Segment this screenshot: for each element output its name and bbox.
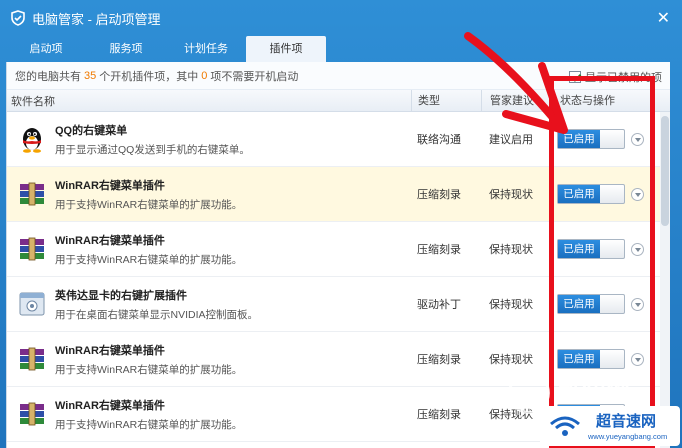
header-status[interactable]: 状态与操作	[553, 89, 670, 112]
plugin-name: WinRAR右键菜单插件	[55, 179, 165, 192]
toggle-label: 已启用	[558, 185, 600, 203]
tab-startup[interactable]: 启动项	[6, 36, 86, 62]
chevron-down-icon[interactable]	[631, 242, 644, 256]
header-advice[interactable]: 管家建议	[481, 89, 553, 112]
info-suffix: 项不需要开机启动	[210, 70, 299, 83]
tab-plugins[interactable]: 插件项	[246, 36, 326, 62]
plugin-count: 35	[84, 69, 97, 82]
enable-toggle[interactable]: 已启用	[557, 129, 625, 149]
plugin-desc: 用于支持WinRAR右键菜单的扩展功能。	[55, 363, 243, 376]
header-type[interactable]: 类型	[411, 89, 481, 112]
shield-icon	[11, 10, 25, 26]
plugin-advice: 保持现状	[489, 354, 533, 366]
plugin-advice: 建议启用	[489, 134, 533, 146]
plugin-advice: 保持现状	[489, 244, 533, 256]
info-bar: 您的电脑共有 35 个开机插件项，其中 0 项不需要开机启动 显示已禁用的项	[7, 62, 670, 90]
scrollbar-thumb[interactable]	[661, 116, 669, 226]
chevron-down-icon[interactable]	[631, 407, 644, 421]
tab-scheduled-tasks[interactable]: 计划任务	[166, 36, 246, 62]
title-bar: 电脑管家 - 启动项管理 ✕	[0, 0, 682, 36]
tab-bar: 启动项 服务项 计划任务 插件项	[6, 36, 326, 62]
tab-services[interactable]: 服务项	[86, 36, 166, 62]
plugin-advice: 保持现状	[489, 299, 533, 311]
toggle-label: 已启用	[558, 350, 600, 368]
plugin-name: 英伟达显卡的右键扩展插件	[55, 289, 187, 302]
app-window: 电脑管家 - 启动项管理 ✕ 启动项 服务项 计划任务 插件项 您的电脑共有 3…	[0, 0, 682, 448]
window-title: 电脑管家 - 启动项管理	[32, 11, 161, 27]
chevron-down-icon[interactable]	[631, 297, 644, 311]
plugin-type: 压缩刻录	[417, 409, 461, 421]
plugin-advice: 保持现状	[489, 189, 533, 201]
plugin-type: 压缩刻录	[417, 354, 461, 366]
plugin-type: 联络沟通	[417, 134, 461, 146]
table-row[interactable]: QQ的右键菜单 用于显示通过QQ发送到手机的右键菜单。 联络沟通 建议启用 已启…	[7, 112, 670, 167]
enable-toggle[interactable]: 已启用	[557, 294, 625, 314]
enable-toggle[interactable]: 已启用	[557, 184, 625, 204]
enable-toggle[interactable]: 已启用	[557, 404, 625, 424]
plugin-advice: 保持现状	[489, 409, 533, 421]
plugin-name: WinRAR右键菜单插件	[55, 234, 165, 247]
header-name[interactable]: 软件名称	[7, 93, 411, 109]
toggle-label: 已启用	[558, 130, 600, 148]
nvidia-panel-icon	[19, 292, 45, 316]
plugin-desc: 用于支持WinRAR右键菜单的扩展功能。	[55, 418, 243, 431]
show-disabled-label: 显示已禁用的项	[585, 72, 662, 84]
chevron-down-icon[interactable]	[631, 187, 644, 201]
enable-toggle[interactable]: 已启用	[557, 349, 625, 369]
table-row[interactable]: 英伟达显卡的右键扩展插件 用于在桌面右键菜单显示NVIDIA控制面板。 驱动补丁…	[7, 277, 670, 332]
table-header: 软件名称 类型 管家建议 状态与操作	[7, 89, 670, 112]
table-row[interactable]: WinRAR右键菜单插件 用于支持WinRAR右键菜单的扩展功能。 压缩刻录 保…	[7, 167, 670, 222]
plugin-desc: 用于显示通过QQ发送到手机的右键菜单。	[55, 143, 250, 156]
info-prefix: 您的电脑共有	[15, 70, 81, 83]
plugin-name: WinRAR右键菜单插件	[55, 344, 165, 357]
close-icon[interactable]: ✕	[657, 8, 670, 28]
plugin-desc: 用于支持WinRAR右键菜单的扩展功能。	[55, 198, 243, 211]
toggle-label: 已启用	[558, 240, 600, 258]
winrar-icon	[20, 182, 44, 206]
plugin-desc: 用于在桌面右键菜单显示NVIDIA控制面板。	[55, 308, 259, 321]
winrar-icon	[20, 402, 44, 426]
chevron-down-icon[interactable]	[631, 132, 644, 146]
show-disabled-checkbox[interactable]	[569, 71, 581, 83]
plugin-type: 压缩刻录	[417, 189, 461, 201]
plugin-type: 压缩刻录	[417, 244, 461, 256]
winrar-icon	[20, 237, 44, 261]
plugin-name: WinRAR右键菜单插件	[55, 399, 165, 412]
table-row[interactable]: WinRAR右键菜单插件 用于支持WinRAR右键菜单的扩展功能。 压缩刻录 保…	[7, 332, 670, 387]
table-row[interactable]: WinRAR右键菜单插件 用于支持WinRAR右键菜单的扩展功能。 压缩刻录 保…	[7, 222, 670, 277]
unneeded-count: 0	[201, 69, 208, 82]
plugin-desc: 用于支持WinRAR右键菜单的扩展功能。	[55, 253, 243, 266]
toggle-label: 已启用	[558, 295, 600, 313]
winrar-icon	[20, 347, 44, 371]
vertical-scrollbar[interactable]	[660, 112, 670, 448]
content-panel: 您的电脑共有 35 个开机插件项，其中 0 项不需要开机启动 显示已禁用的项 软…	[6, 62, 670, 448]
info-middle: 个开机插件项，其中	[99, 70, 199, 83]
show-disabled-option[interactable]: 显示已禁用的项	[569, 69, 662, 85]
plugin-name: QQ的右键菜单	[55, 124, 128, 137]
chevron-down-icon[interactable]	[631, 352, 644, 366]
toggle-label: 已启用	[558, 405, 600, 423]
enable-toggle[interactable]: 已启用	[557, 239, 625, 259]
table-row[interactable]: WinRAR右键菜单插件 用于支持WinRAR右键菜单的扩展功能。 压缩刻录 保…	[7, 387, 670, 442]
plugin-type: 驱动补丁	[417, 299, 461, 311]
qq-penguin-icon	[23, 128, 41, 153]
